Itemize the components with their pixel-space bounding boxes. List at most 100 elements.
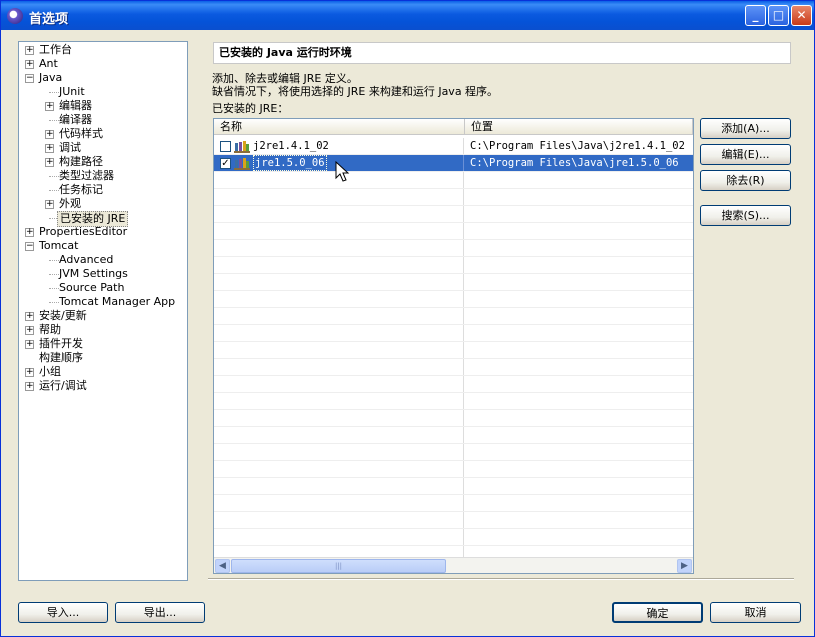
tree-item-label: 小组	[39, 365, 61, 378]
column-divider	[214, 206, 464, 222]
tree-item[interactable]: + 帮助	[19, 323, 187, 337]
tree-item[interactable]: 类型过滤器	[19, 169, 187, 183]
column-divider	[214, 495, 464, 511]
expand-icon[interactable]: +	[45, 102, 54, 111]
cancel-button[interactable]: 取消	[710, 602, 801, 623]
column-divider	[214, 478, 464, 494]
expand-icon[interactable]: +	[25, 340, 34, 349]
column-header-location[interactable]: 位置	[465, 119, 693, 135]
tree-item-label: 任务标记	[59, 183, 103, 196]
tree-item[interactable]: + PropertiesEditor	[19, 225, 187, 239]
tree-item[interactable]: + 插件开发	[19, 337, 187, 351]
column-divider	[214, 342, 464, 358]
jre-location: C:\Program Files\Java\jre1.5.0_06	[470, 157, 679, 169]
expand-icon[interactable]: +	[45, 158, 54, 167]
tree-item[interactable]: + 编辑器	[19, 99, 187, 113]
tree-item[interactable]: + 小组	[19, 365, 187, 379]
remove-button[interactable]: 除去(R)	[700, 170, 791, 191]
import-button[interactable]: 导入...	[18, 602, 108, 623]
tree-item-label: Tomcat Manager App	[59, 295, 176, 308]
tree-item-label: 运行/调试	[39, 379, 87, 392]
tree-item[interactable]: + 代码样式	[19, 127, 187, 141]
table-row[interactable]: ✓ jre1.5.0_06 C:\Program Files\Java\jre1.5…	[214, 155, 693, 172]
jre-table[interactable]: 名称 位置 j2re1.4.1_02 C:\Program Files\Java\…	[213, 118, 694, 574]
separator	[208, 578, 794, 580]
jre-checkbox[interactable]: ✓	[220, 158, 231, 169]
tree-item[interactable]: + 安装/更新	[19, 309, 187, 323]
tree-item[interactable]: + 调试	[19, 141, 187, 155]
tree-item[interactable]: Tomcat Manager App	[19, 295, 187, 309]
minimize-button[interactable]: _	[745, 5, 766, 26]
column-header-name[interactable]: 名称	[214, 119, 465, 135]
tree-item[interactable]: + 工作台	[19, 43, 187, 57]
tree-item[interactable]: Source Path	[19, 281, 187, 295]
tree-item[interactable]: 任务标记	[19, 183, 187, 197]
description-line-2: 缺省情况下，将使用选择的 JRE 来构建和运行 Java 程序。	[212, 85, 499, 98]
maximize-button[interactable]: □	[768, 5, 789, 26]
scroll-left-icon[interactable]: ◀	[215, 559, 230, 573]
empty-row	[214, 478, 693, 495]
horizontal-scrollbar[interactable]: ◀ ||| ▶	[214, 557, 693, 573]
tree-item[interactable]: JVM Settings	[19, 267, 187, 281]
tree-item[interactable]: + 外观	[19, 197, 187, 211]
export-button[interactable]: 导出...	[115, 602, 205, 623]
empty-row	[214, 274, 693, 291]
table-row[interactable]: j2re1.4.1_02 C:\Program Files\Java\j2re1.…	[214, 138, 693, 155]
expand-icon[interactable]: +	[25, 312, 34, 321]
expand-icon[interactable]: +	[25, 326, 34, 335]
tree-item[interactable]: + 构建路径	[19, 155, 187, 169]
tree-connector	[49, 176, 59, 177]
ok-button[interactable]: 确定	[612, 602, 703, 623]
tree-item[interactable]: + Ant	[19, 57, 187, 71]
empty-row	[214, 359, 693, 376]
tree-item-label: 编译器	[59, 113, 92, 126]
jre-checkbox[interactable]	[220, 141, 231, 152]
add-button[interactable]: 添加(A)...	[700, 118, 791, 139]
preferences-tree[interactable]: + 工作台 + Ant − Java JUnit + 编辑器 编译器 + 代码样式 + 调试 + 构建路径 类型…	[18, 41, 188, 581]
expand-icon[interactable]: +	[45, 130, 54, 139]
tree-connector	[49, 120, 59, 121]
collapse-icon[interactable]: −	[25, 74, 34, 83]
jre-library-icon	[234, 141, 250, 153]
empty-row	[214, 529, 693, 546]
column-divider	[214, 138, 464, 154]
column-divider	[214, 189, 464, 205]
edit-button[interactable]: 编辑(E)...	[700, 144, 791, 165]
expand-icon[interactable]: +	[25, 46, 34, 55]
window-title: 首选项	[29, 12, 69, 27]
column-divider	[214, 393, 464, 409]
tree-item-label: 类型过滤器	[59, 169, 114, 182]
expand-icon[interactable]: +	[25, 382, 34, 391]
tree-item[interactable]: − Java	[19, 71, 187, 85]
tree-item[interactable]: − Tomcat	[19, 239, 187, 253]
expand-icon[interactable]: +	[45, 144, 54, 153]
column-divider	[214, 529, 464, 545]
tree-item[interactable]: 编译器	[19, 113, 187, 127]
search-button[interactable]: 搜索(S)...	[700, 205, 791, 226]
tree-connector	[49, 302, 59, 303]
tree-item[interactable]: 构建顺序	[19, 351, 187, 365]
column-divider	[214, 274, 464, 290]
tree-item[interactable]: + 运行/调试	[19, 379, 187, 393]
tree-item-label: 构建路径	[59, 155, 103, 168]
scroll-thumb[interactable]: |||	[231, 559, 446, 573]
tree-item[interactable]: JUnit	[19, 85, 187, 99]
tree-item-label: 外观	[59, 197, 81, 210]
expand-icon[interactable]: +	[25, 228, 34, 237]
tree-item-label: PropertiesEditor	[39, 225, 128, 238]
expand-icon[interactable]: +	[25, 368, 34, 377]
title-bar[interactable]: 首选项 _ □ ✕	[1, 1, 814, 30]
tree-item-label: 工作台	[39, 43, 72, 56]
close-button[interactable]: ✕	[791, 5, 812, 26]
expand-icon[interactable]: +	[25, 60, 34, 69]
collapse-icon[interactable]: −	[25, 242, 34, 251]
empty-row	[214, 512, 693, 529]
tree-item-label: 调试	[59, 141, 81, 154]
tree-item[interactable]: Advanced	[19, 253, 187, 267]
scroll-right-icon[interactable]: ▶	[677, 559, 692, 573]
expand-icon[interactable]: +	[45, 200, 54, 209]
preferences-window: 首选项 _ □ ✕ + 工作台 + Ant − Java JUnit + 编辑器 编译器 + 代码样式…	[0, 0, 815, 637]
empty-row	[214, 223, 693, 240]
tree-item[interactable]: 已安装的 JRE	[19, 211, 187, 227]
page-title: 已安装的 Java 运行时环境	[213, 42, 791, 64]
